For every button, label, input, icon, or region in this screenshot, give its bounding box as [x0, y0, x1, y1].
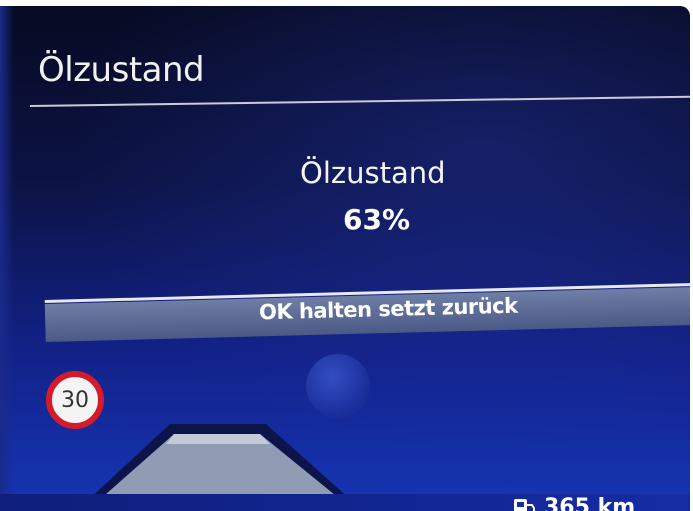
title-divider [29, 95, 690, 107]
assist-indicator-icon [306, 354, 370, 418]
photo-frame: Ölzustand Ölzustand 63% OK halten setzt … [0, 0, 693, 511]
oil-status-value: 63% [343, 203, 411, 236]
range-display: 365 km [512, 495, 635, 511]
oil-status-label: Ölzustand [300, 156, 446, 190]
instrument-cluster-display: Ölzustand Ölzustand 63% OK halten setzt … [0, 6, 690, 511]
reset-bar[interactable]: OK halten setzt zurück [44, 257, 690, 344]
fuel-pump-icon [512, 497, 538, 511]
display-edge-glow [0, 6, 14, 511]
page-title: Ölzustand [38, 50, 205, 90]
range-value: 365 km [544, 495, 636, 511]
speed-limit-value: 30 [61, 387, 89, 413]
